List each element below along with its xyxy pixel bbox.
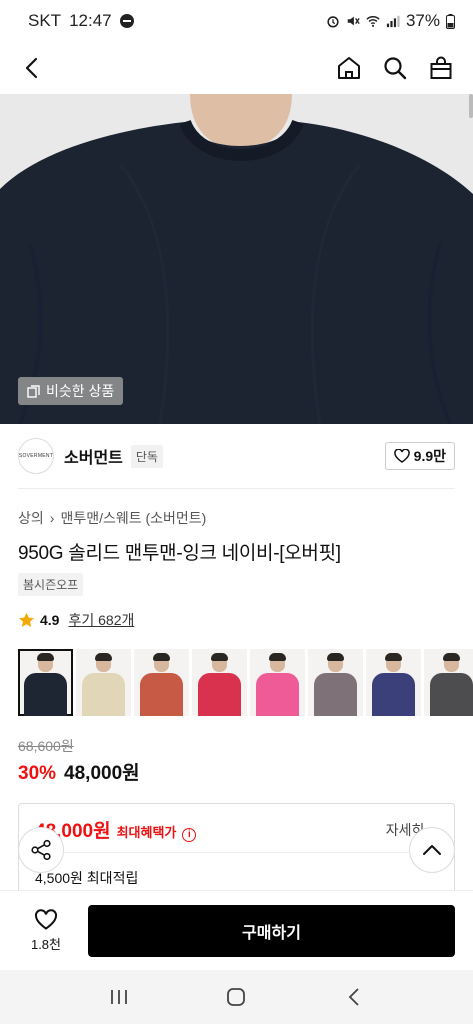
home-icon (338, 57, 360, 79)
benefit-divider (35, 852, 438, 853)
color-thumbnail-brick[interactable] (134, 649, 189, 716)
breadcrumb-level2[interactable]: 맨투맨/스웨트 (소버먼트) (60, 508, 206, 528)
scrollbar[interactable] (469, 94, 473, 118)
price-row: 30% 48,000원 (18, 758, 140, 785)
mute-icon (347, 16, 360, 26)
scroll-top-button[interactable] (409, 827, 455, 873)
color-thumbnail-list (18, 649, 473, 717)
thumbnail-model-hair (37, 653, 54, 661)
breadcrumb: 상의 › 맨투맨/스웨트 (소버먼트) (18, 508, 206, 528)
thumbnail-model-hair (327, 653, 344, 661)
battery-label: 37% (405, 11, 440, 30)
brand-logo[interactable]: SOVERMENT (18, 438, 54, 474)
star-icon (18, 612, 35, 627)
buy-button[interactable]: 구매하기 (88, 905, 455, 957)
time-label: 12:47 (69, 11, 112, 30)
back-icon (348, 988, 359, 1006)
breadcrumb-level1[interactable]: 상의 (18, 508, 44, 528)
chevron-left-icon (25, 57, 38, 79)
color-thumbnail-navy[interactable] (18, 649, 73, 716)
product-hero-image[interactable]: 비슷한 상품 (0, 94, 473, 424)
info-icon[interactable]: i (182, 827, 197, 842)
chevron-up-icon (423, 845, 441, 855)
color-thumbnail-charcoal[interactable] (424, 649, 473, 716)
color-thumbnail-mauve-grey[interactable] (308, 649, 363, 716)
thumbnail-sweatshirt (82, 673, 125, 716)
thumbnail-sweatshirt (256, 673, 299, 716)
back-button[interactable] (18, 54, 46, 82)
signal-icon (386, 15, 400, 28)
thumbnail-sweatshirt (372, 673, 415, 716)
heart-icon (34, 909, 58, 930)
wishlist-button[interactable]: 1.8천 (18, 903, 74, 959)
color-thumbnail-royal-navy[interactable] (366, 649, 421, 716)
similar-label: 비슷한 상품 (46, 383, 115, 399)
brand-name[interactable]: 소버먼트 (64, 444, 123, 468)
color-thumbnail-pink[interactable] (250, 649, 305, 716)
carrier-label: SKT (28, 11, 62, 30)
original-price: 68,600원 (18, 738, 74, 754)
recent-apps-button[interactable] (99, 977, 139, 1017)
breadcrumb-separator: › (49, 510, 55, 526)
system-nav-bar (0, 970, 473, 1024)
thumbnail-sweatshirt (24, 673, 67, 716)
thumbnail-model-hair (211, 653, 228, 661)
nav-actions (335, 54, 455, 82)
max-benefit-label: 최대혜택가 (116, 825, 177, 840)
share-button[interactable] (18, 827, 64, 873)
brand-like-button[interactable]: 9.9만 (384, 442, 455, 470)
color-thumbnail-beige[interactable] (76, 649, 131, 716)
product-title: 950G 솔리드 맨투맨-잉크 네이비-[오버핏] (18, 543, 341, 564)
bag-icon (430, 56, 452, 79)
search-icon (384, 57, 407, 80)
home-circle-icon (227, 988, 246, 1006)
similar-icon (27, 384, 40, 398)
search-button[interactable] (381, 54, 409, 82)
thumbnail-model-hair (153, 653, 170, 661)
similar-products-button[interactable]: 비슷한 상품 (18, 377, 124, 405)
wishlist-count: 1.8천 (30, 937, 62, 952)
thumbnail-model-hair (269, 653, 286, 661)
home-button[interactable] (335, 54, 363, 82)
thumbnail-sweatshirt (430, 673, 473, 716)
benefit-box[interactable]: 48,000원 최대혜택가 i 자세히 ⌄ 4,500원 최대적립 (18, 803, 455, 903)
status-left: SKT 12:47 (28, 11, 134, 31)
review-link[interactable]: 후기 682개 (68, 610, 134, 630)
share-icon (31, 839, 51, 861)
thumbnail-sweatshirt (198, 673, 241, 716)
exclusive-badge: 단독 (130, 444, 163, 468)
wifi-icon (366, 16, 380, 27)
status-right: 37% (326, 11, 455, 31)
battery-icon (446, 13, 455, 29)
season-tag: 봄시즌오프 (18, 573, 84, 596)
brand-logo-text: SOVERMENT (18, 453, 54, 459)
color-thumbnail-raspberry[interactable] (192, 649, 247, 716)
thumbnail-sweatshirt (314, 673, 357, 716)
thumbnail-model-hair (95, 653, 112, 661)
system-home-button[interactable] (216, 977, 256, 1017)
thumbnail-sweatshirt (140, 673, 183, 716)
rating-row: 4.9 후기 682개 (18, 610, 134, 630)
cart-button[interactable] (427, 54, 455, 82)
alarm-icon (327, 16, 339, 28)
divider (18, 488, 455, 489)
status-bar: SKT 12:47 37% (0, 0, 473, 42)
max-points: 4,500원 최대적립 (35, 870, 139, 886)
thumbnail-model-hair (385, 653, 402, 661)
sweatshirt-photo (0, 94, 473, 424)
top-nav-bar (0, 42, 473, 94)
rating-score: 4.9 (40, 612, 60, 628)
brand-like-count: 9.9만 (413, 448, 446, 464)
discount-rate: 30% (18, 763, 57, 784)
thumbnail-model-hair (443, 653, 460, 661)
system-back-button[interactable] (334, 977, 374, 1017)
do-not-disturb-icon (119, 14, 134, 28)
brand-row: SOVERMENT 소버먼트 단독 9.9만 (18, 436, 455, 476)
sale-price: 48,000원 (64, 763, 140, 784)
recent-apps-icon (110, 990, 127, 1004)
heart-icon (393, 449, 410, 463)
bottom-purchase-bar: 1.8천 구매하기 (0, 890, 473, 970)
